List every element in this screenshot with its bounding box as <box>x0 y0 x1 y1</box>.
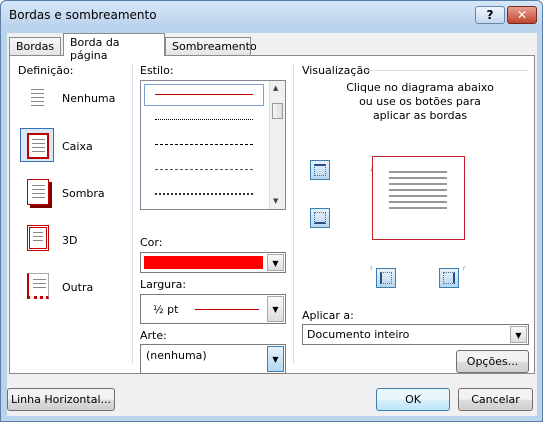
preview-diagram[interactable] <box>372 156 465 240</box>
right-border-button-icon[interactable] <box>439 268 459 288</box>
tab-bordas[interactable]: Bordas <box>9 37 61 56</box>
corner-mark-icon: ┌ <box>462 264 466 271</box>
apply-label: Aplicar a: <box>302 309 354 322</box>
apply-dropdown-icon[interactable]: ▼ <box>510 326 527 343</box>
style-dashed-line[interactable] <box>155 144 253 145</box>
setting-sombra-label[interactable]: Sombra <box>62 187 105 200</box>
width-label: Largura: <box>140 278 187 291</box>
tab-sombreamento-label: Sombreamento <box>172 40 257 53</box>
tab-bordas-label: Bordas <box>16 40 55 53</box>
scroll-thumb[interactable] <box>272 103 283 119</box>
tab-sombreamento[interactable]: Sombreamento <box>165 37 257 56</box>
cancel-button[interactable]: Cancelar <box>458 388 533 411</box>
art-label: Arte: <box>140 329 167 342</box>
left-border-button-icon[interactable] <box>376 268 396 288</box>
style-scrollbar[interactable]: ▲ ▼ <box>269 81 285 209</box>
style-listbox[interactable]: ▲ ▼ <box>140 80 286 210</box>
width-dropdown-icon[interactable]: ▼ <box>267 296 284 322</box>
ok-button[interactable]: OK <box>376 388 450 411</box>
tab-panel: Definição: Nenhuma Caixa Sombra 3D Outra <box>9 55 535 374</box>
width-line-sample <box>195 309 259 310</box>
style-selected-item[interactable] <box>144 84 264 106</box>
color-swatch <box>144 256 263 269</box>
color-label: Cor: <box>140 236 163 249</box>
top-border-button-icon[interactable] <box>310 160 330 180</box>
style-dash-dot-line[interactable] <box>155 193 253 195</box>
dialog-client: Bordas Borda da página Sombreamento Defi… <box>7 33 537 416</box>
setting-3d-icon[interactable] <box>20 220 54 254</box>
setting-label: Definição: <box>18 64 74 77</box>
preview-rule <box>366 70 528 71</box>
art-value: (nenhuma) <box>146 349 207 362</box>
width-combobox[interactable]: ½ pt ▼ <box>140 294 286 324</box>
divider-left <box>132 64 133 364</box>
help-button[interactable]: ? <box>475 6 505 24</box>
setting-caixa-icon[interactable] <box>20 128 54 162</box>
corner-mark-icon: ┐ <box>370 264 374 271</box>
width-value: ½ pt <box>153 303 179 316</box>
title-bar: Bordas e sombreamento ? ✕ <box>1 1 542 29</box>
style-dotted-line[interactable] <box>155 119 253 120</box>
preview-text-lines <box>389 171 447 173</box>
tab-borda-da-pagina[interactable]: Borda da página <box>63 33 165 62</box>
color-combobox[interactable]: ▼ <box>140 252 286 273</box>
setting-outra-label[interactable]: Outra <box>62 281 93 294</box>
options-button[interactable]: Opções... <box>456 350 529 373</box>
apply-combobox[interactable]: Documento inteiro ▼ <box>302 324 529 345</box>
setting-nenhuma-icon[interactable] <box>20 80 54 114</box>
style-short-dash-line[interactable] <box>155 169 253 170</box>
setting-sombra-icon[interactable] <box>20 174 54 208</box>
scroll-up-icon[interactable]: ▲ <box>273 84 278 92</box>
apply-value: Documento inteiro <box>307 328 410 341</box>
setting-outra-icon[interactable] <box>20 268 54 302</box>
horizontal-line-button[interactable]: Linha Horizontal... <box>7 388 115 411</box>
divider-right <box>293 64 294 364</box>
art-combobox[interactable]: (nenhuma) ▼ <box>140 344 286 374</box>
setting-nenhuma-label[interactable]: Nenhuma <box>62 92 115 105</box>
scroll-down-icon[interactable]: ▼ <box>273 197 278 205</box>
preview-instructions: Clique no diagrama abaixo ou use os botõ… <box>346 81 494 122</box>
color-dropdown-icon[interactable]: ▼ <box>267 254 284 271</box>
setting-caixa-label[interactable]: Caixa <box>62 140 93 153</box>
style-label: Estilo: <box>140 64 174 77</box>
dialog-title: Bordas e sombreamento <box>9 8 157 22</box>
preview-label: Visualização <box>302 64 370 77</box>
bottom-border-button-icon[interactable] <box>310 208 330 228</box>
close-button[interactable]: ✕ <box>507 6 537 24</box>
style-solid-line[interactable] <box>155 94 253 95</box>
setting-3d-label[interactable]: 3D <box>62 234 77 247</box>
art-dropdown-icon[interactable]: ▼ <box>267 346 284 372</box>
dialog-window: Bordas e sombreamento ? ✕ Bordas Borda d… <box>0 0 543 422</box>
